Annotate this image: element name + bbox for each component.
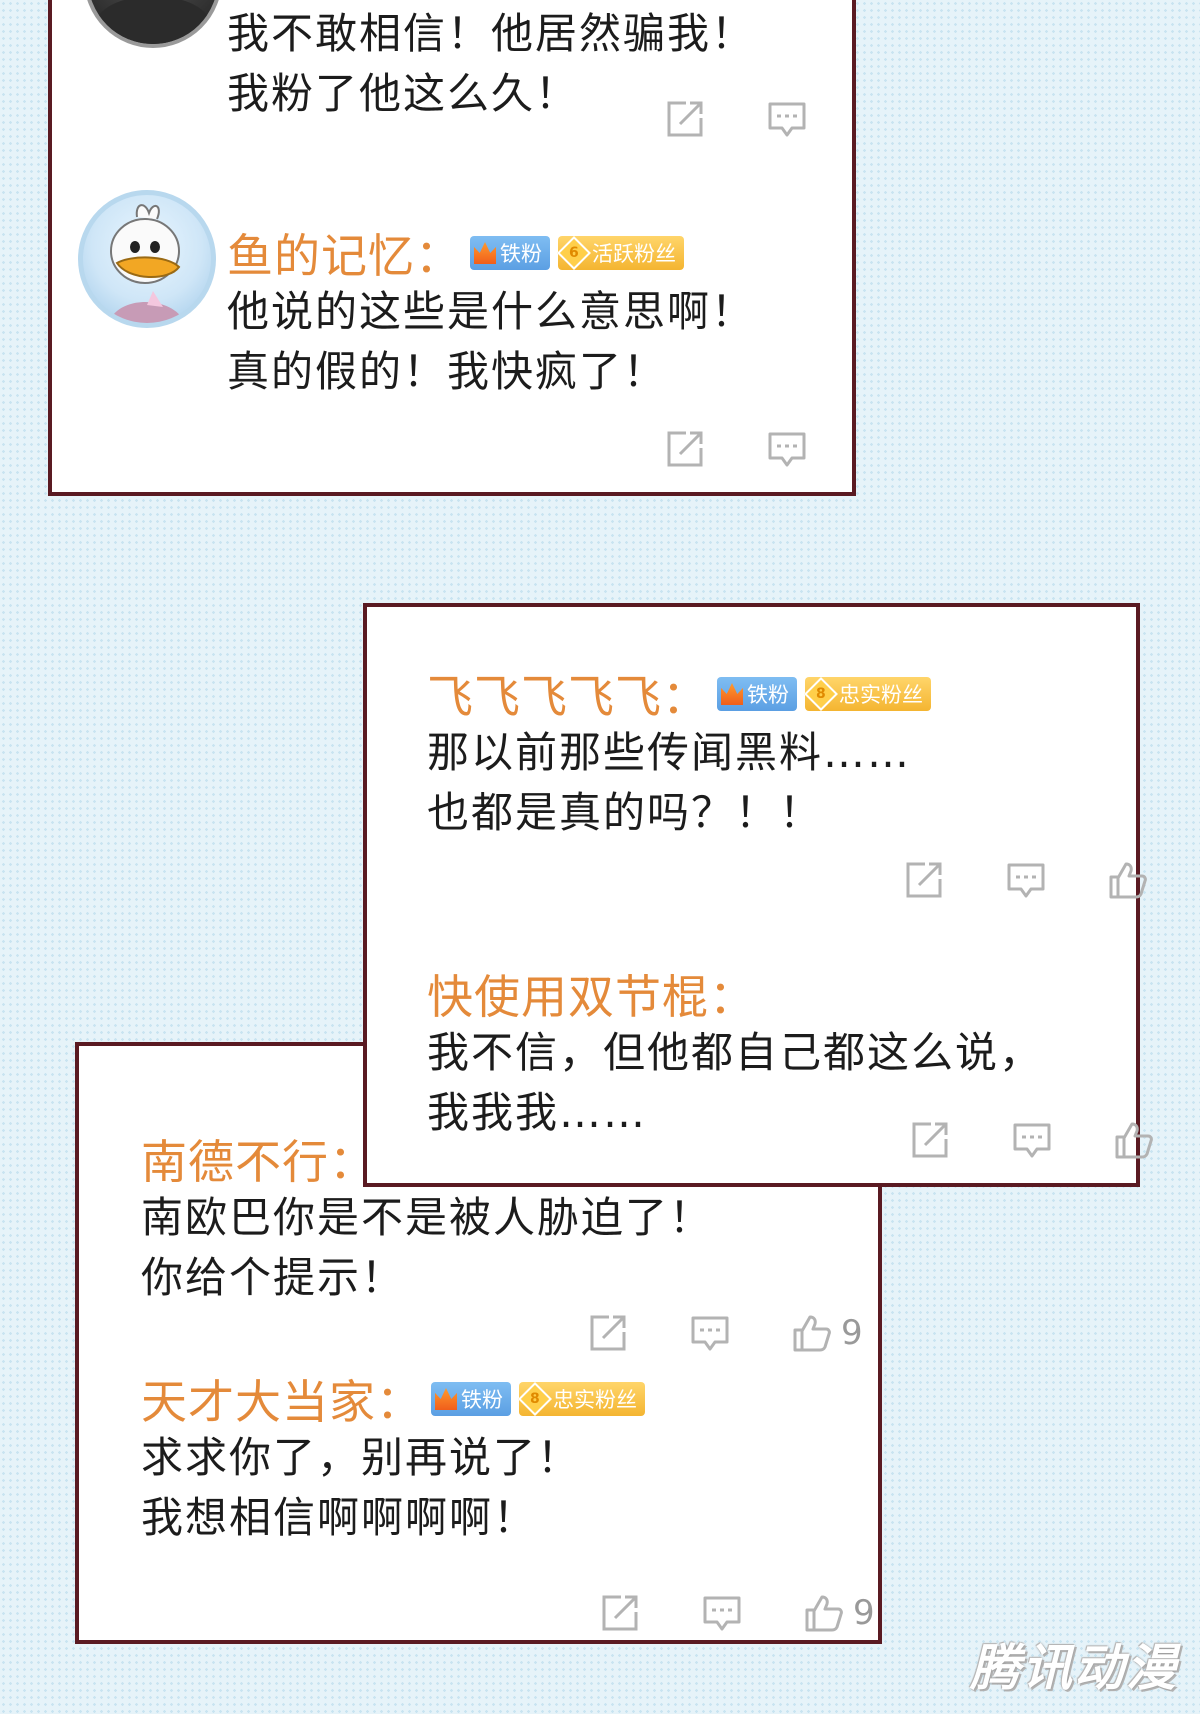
comment-icon[interactable] [1011, 1119, 1053, 1161]
thumbs-up-icon[interactable] [791, 1312, 833, 1354]
crown-icon [721, 683, 743, 705]
crown-icon [474, 242, 496, 264]
comment-actions [664, 428, 808, 470]
thumbs-up-icon[interactable] [1107, 859, 1149, 901]
crown-icon [435, 1388, 457, 1410]
comment-header: 天才大当家： 铁粉 8 忠实粉丝 [141, 1370, 645, 1429]
user-avatar[interactable] [84, 0, 222, 48]
loyal-fan-badge: 8 忠实粉丝 [804, 677, 931, 711]
comment-actions: 9 [599, 1592, 875, 1634]
comment-icon[interactable] [689, 1312, 731, 1354]
active-fan-badge: 6 活跃粉丝 [557, 236, 684, 270]
comment-text-line: 我不敢相信！他居然骗我！ [227, 9, 756, 58]
comment-item: 飞飞飞飞飞： 铁粉 8 忠实粉丝 那以前那些传闻黑料…… 也都是真的吗？！！ [427, 665, 931, 843]
comment-text-line: 真的假的！我快疯了！ [227, 347, 668, 396]
comment-icon[interactable] [766, 428, 808, 470]
comment-text-line: 那以前那些传闻黑料…… [427, 728, 912, 777]
comment-item: 天才大当家： 铁粉 8 忠实粉丝 求求你了，别再说了！ 我想相信啊啊啊啊！ [141, 1370, 645, 1548]
comment-header: 快使用双节棍： [427, 965, 1043, 1024]
level-diamond-icon: 8 [804, 677, 838, 711]
user-avatar[interactable] [78, 190, 216, 328]
loyal-fan-badge: 8 忠实粉丝 [518, 1382, 645, 1416]
level-diamond-icon: 8 [518, 1382, 552, 1416]
comment-text-line: 你给个提示！ [141, 1253, 406, 1302]
comment-text-line: 求求你了，别再说了！ [141, 1433, 582, 1482]
comment-text-line: 他说的这些是什么意思啊！ [227, 287, 756, 336]
thumbs-up-icon[interactable] [1113, 1119, 1155, 1161]
share-icon[interactable] [903, 859, 945, 901]
comment-icon[interactable] [766, 98, 808, 140]
share-icon[interactable] [909, 1119, 951, 1161]
comment-text-line: 南欧巴你是不是被人胁迫了！ [141, 1193, 714, 1242]
share-icon[interactable] [587, 1312, 629, 1354]
comment-item: 快使用双节棍： 我不信，但他都自己都这么说， 我我我…… [427, 965, 1043, 1143]
iron-fan-badge: 铁粉 [431, 1382, 511, 1416]
like-count: 9 [853, 1593, 875, 1633]
watermark-logo: 腾讯动漫 [970, 1639, 1178, 1697]
thumbs-up-icon[interactable] [803, 1592, 845, 1634]
username[interactable]: 快使用双节棍： [427, 961, 756, 1027]
share-icon[interactable] [664, 98, 706, 140]
comment-actions [664, 98, 808, 140]
comment-actions: 9 [587, 1312, 863, 1354]
comment-panel-1: 我不敢相信！他居然骗我！ 我粉了他这么久！ 鱼的记忆： 铁粉 6 活跃粉丝 他说的… [48, 0, 856, 496]
comment-actions [909, 1119, 1155, 1161]
username[interactable]: 飞飞飞飞飞： [427, 661, 709, 727]
comment-panel-2: 飞飞飞飞飞： 铁粉 8 忠实粉丝 那以前那些传闻黑料…… 也都是真的吗？！！ 快使… [363, 603, 1140, 1187]
share-icon[interactable] [664, 428, 706, 470]
level-diamond-icon: 6 [557, 236, 591, 270]
comment-text-line: 我不信，但他都自己都这么说， [427, 1028, 1044, 1077]
comment-actions [903, 859, 1149, 901]
comment-header: 鱼的记忆： 铁粉 6 活跃粉丝 [227, 224, 755, 283]
comment-header: 飞飞飞飞飞： 铁粉 8 忠实粉丝 [427, 665, 931, 724]
iron-fan-badge: 铁粉 [470, 236, 550, 270]
comment-icon[interactable] [701, 1592, 743, 1634]
like-count: 9 [841, 1313, 863, 1353]
comment-item: 鱼的记忆： 铁粉 6 活跃粉丝 他说的这些是什么意思啊！ 真的假的！我快疯了！ [227, 224, 755, 402]
comment-icon[interactable] [1005, 859, 1047, 901]
avatar-image [95, 0, 211, 44]
comment-text-line: 也都是真的吗？！！ [427, 788, 824, 837]
username[interactable]: 鱼的记忆： [227, 220, 462, 286]
share-icon[interactable] [599, 1592, 641, 1634]
avatar-image [109, 204, 185, 323]
comment-text-line: 我想相信啊啊啊啊！ [141, 1493, 538, 1542]
username[interactable]: 天才大当家： [141, 1366, 423, 1432]
username[interactable]: 南德不行： [141, 1126, 376, 1192]
iron-fan-badge: 铁粉 [717, 677, 797, 711]
